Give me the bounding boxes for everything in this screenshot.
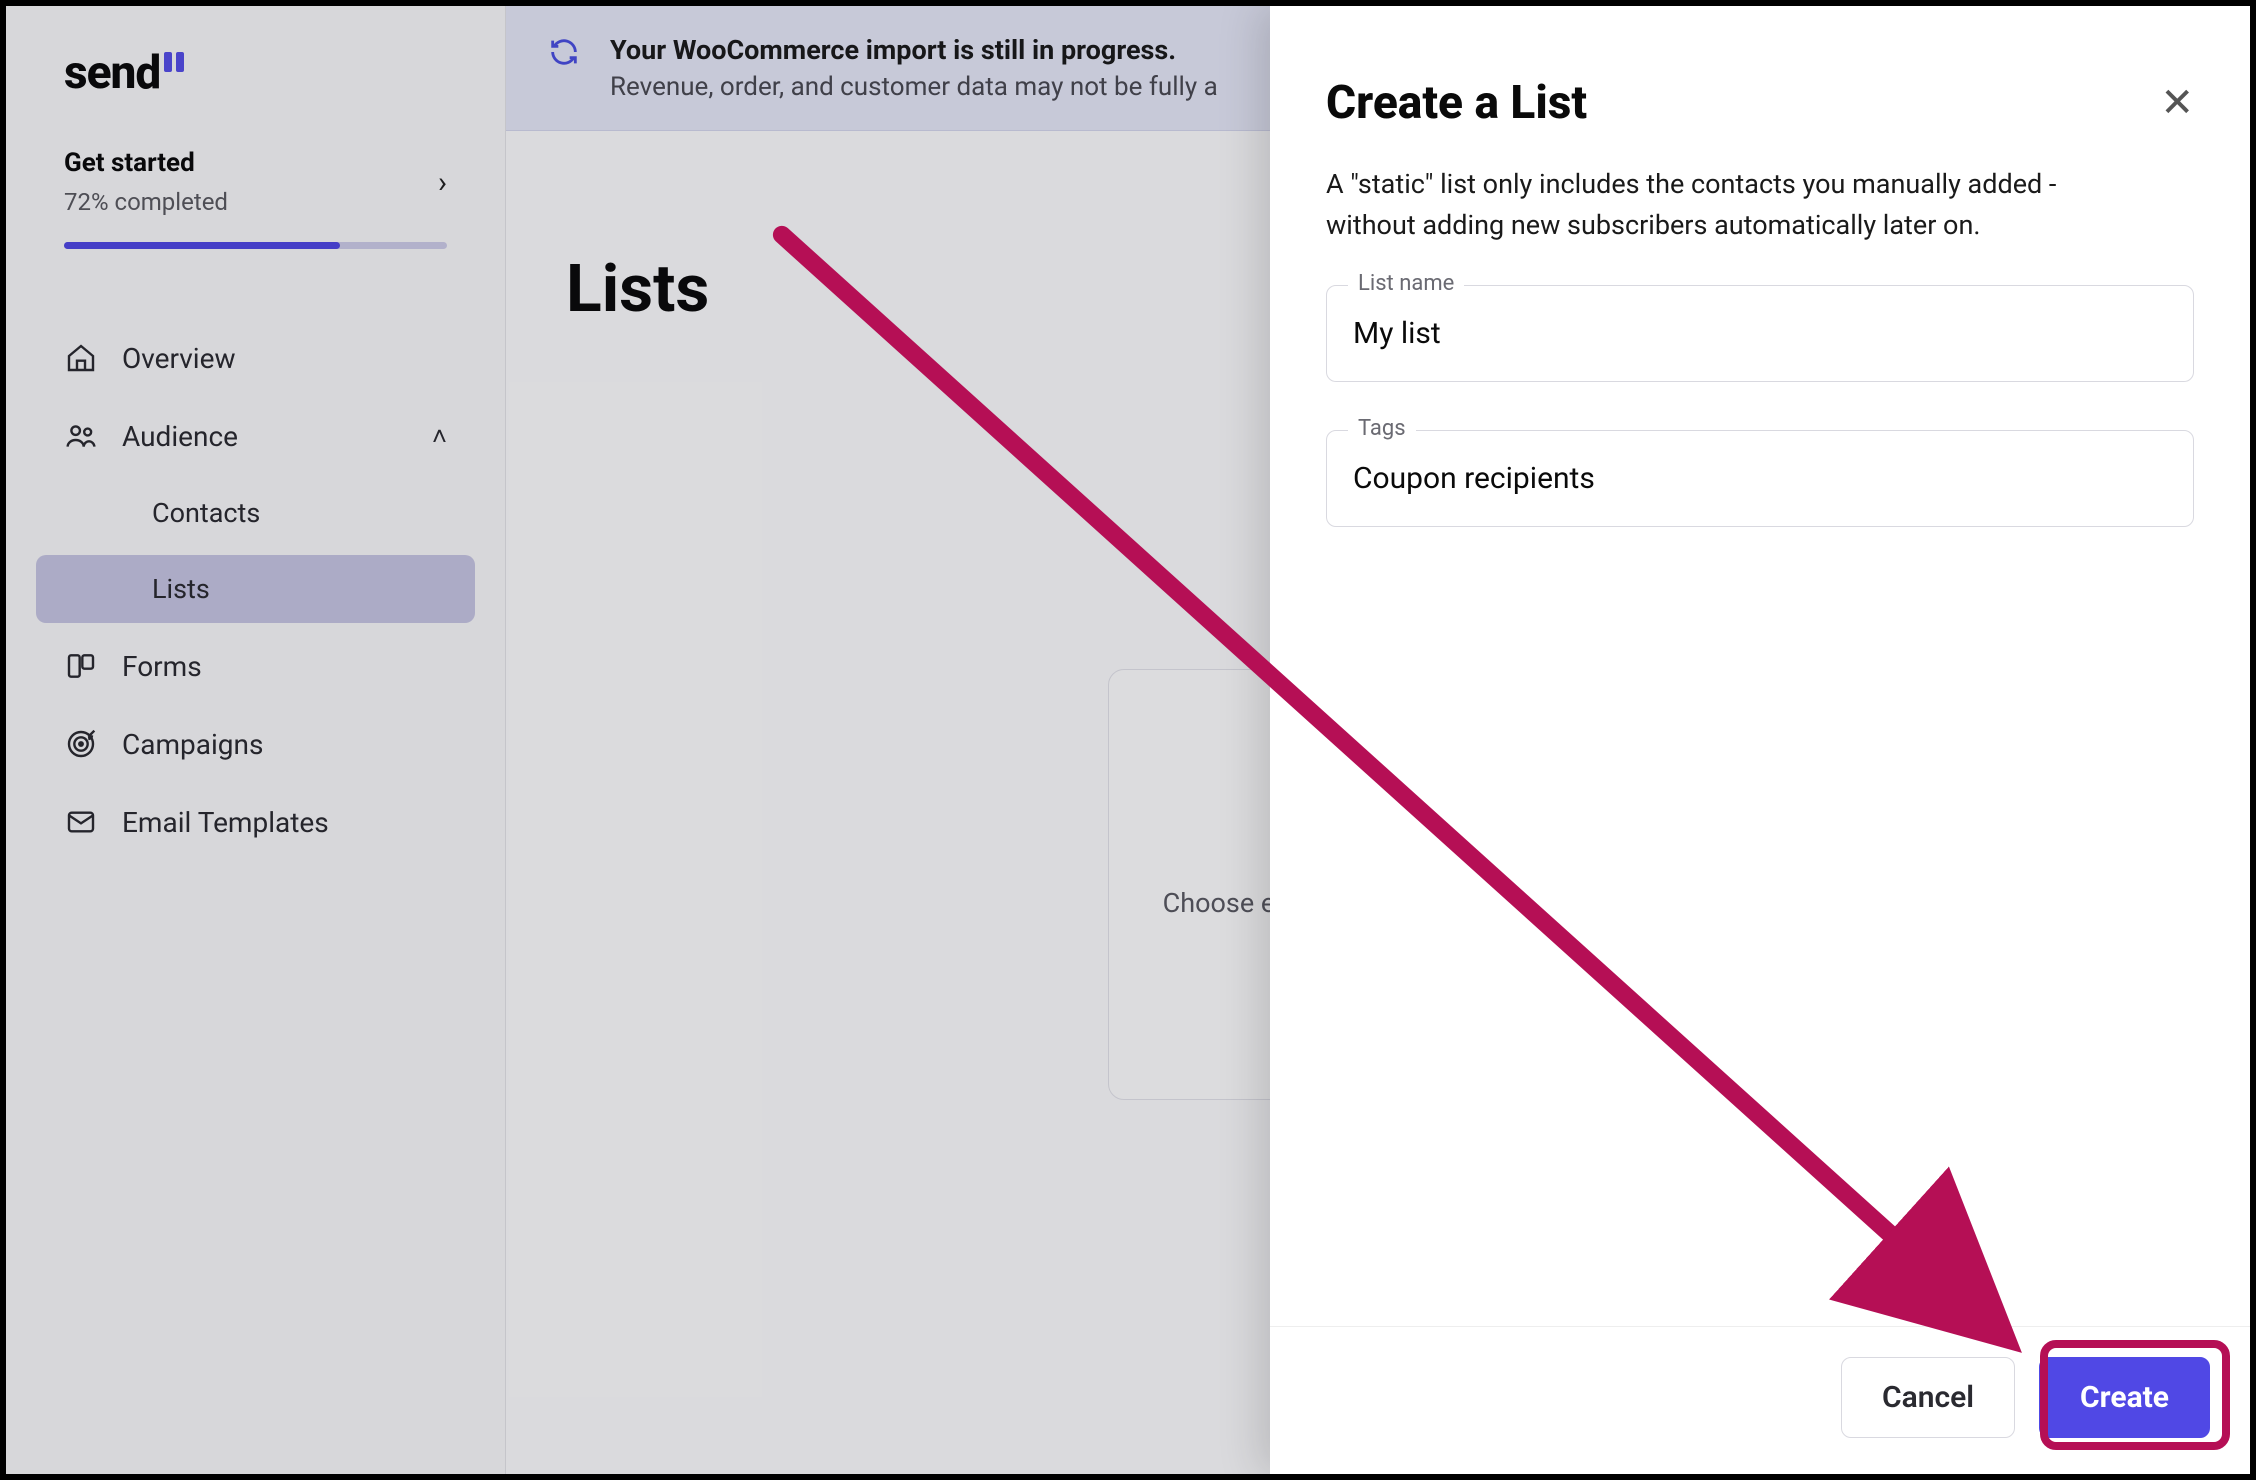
- create-button[interactable]: Create: [2039, 1357, 2210, 1438]
- create-list-drawer: Create a List ✕ A "static" list only inc…: [1270, 6, 2250, 1474]
- close-icon[interactable]: ✕: [2160, 83, 2194, 123]
- list-name-label: List name: [1348, 271, 1464, 296]
- list-name-field: List name: [1326, 285, 2194, 382]
- tags-input[interactable]: [1326, 430, 2194, 527]
- list-name-input[interactable]: [1326, 285, 2194, 382]
- tags-label: Tags: [1348, 416, 1416, 441]
- cancel-button[interactable]: Cancel: [1841, 1357, 2015, 1438]
- drawer-description: A "static" list only includes the contac…: [1270, 130, 2170, 245]
- app-frame: send Get started 72% completed › Overvie…: [0, 0, 2256, 1480]
- drawer-footer: Cancel Create: [1270, 1326, 2250, 1474]
- drawer-title: Create a List: [1326, 76, 1587, 130]
- tags-field: Tags: [1326, 430, 2194, 527]
